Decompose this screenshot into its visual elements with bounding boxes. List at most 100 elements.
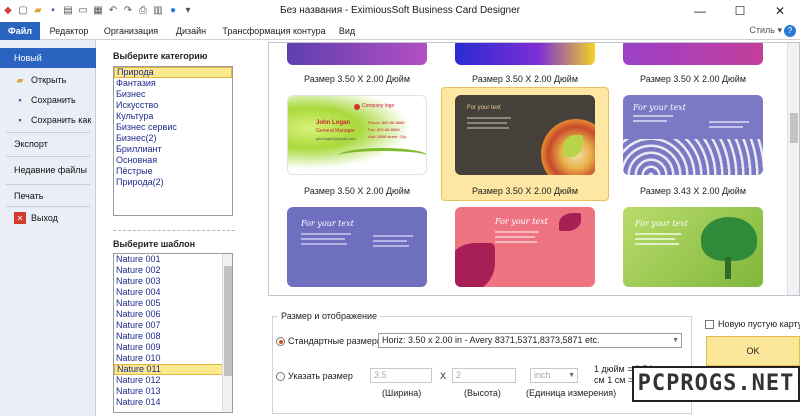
help-icon[interactable]: ? (784, 25, 796, 37)
nav-separator (6, 206, 90, 207)
height-field[interactable]: 2 (452, 368, 516, 383)
nav-export-label: Экспорт (14, 139, 48, 149)
card-person-role: General Manager (316, 128, 355, 134)
template-title: Выберите шаблон (113, 239, 196, 249)
size-group-title: Размер и отображение (278, 311, 380, 321)
list-item[interactable]: Nature 001 (114, 254, 232, 265)
template-card[interactable]: Company logo John Logan General Manager … (287, 95, 427, 175)
custom-size-radio[interactable] (276, 372, 285, 381)
list-item[interactable]: Основная (114, 155, 232, 166)
tab-organization[interactable]: Организация (98, 22, 164, 40)
list-item[interactable]: Nature 013 (114, 386, 232, 397)
nav-exit[interactable]: ✕ Выход (0, 208, 96, 228)
list-item[interactable]: Пёстрые (114, 166, 232, 177)
card-placeholder-text: For your text (635, 219, 688, 228)
list-item[interactable]: Nature 005 (114, 298, 232, 309)
scrollbar-thumb[interactable] (224, 266, 232, 376)
list-item[interactable]: Искусство (114, 100, 232, 111)
tab-path-transform[interactable]: Трансформация контура (218, 22, 330, 40)
standard-size-radio[interactable] (276, 337, 285, 346)
list-item[interactable]: Nature 006 (114, 309, 232, 320)
template-list[interactable]: Nature 001 Nature 002 Nature 003 Nature … (113, 253, 233, 413)
card-size-caption: Размер 3.50 X 2.00 Дюйм (303, 74, 411, 84)
card-size-caption: Размер 3.43 X 2.00 Дюйм (639, 186, 747, 196)
list-item[interactable]: Бриллиант (114, 144, 232, 155)
nav-save-as[interactable]: ▪ Сохранить как (0, 110, 96, 130)
unit-select[interactable]: inch ▼ (530, 368, 578, 383)
standard-size-select[interactable]: Horiz: 3.50 x 2.00 in - Avery 8371,5371,… (378, 333, 682, 348)
list-item[interactable]: Nature 007 (114, 320, 232, 331)
card-placeholder-text: For your text (301, 219, 354, 228)
nav-open[interactable]: ▰ Открыть (0, 70, 96, 90)
nav-separator (6, 156, 90, 157)
template-card[interactable]: For your text (455, 95, 595, 175)
style-menu[interactable]: Стиль ▾ (749, 25, 782, 36)
template-card[interactable] (455, 43, 595, 65)
nav-export[interactable]: Экспорт (0, 134, 96, 154)
list-item[interactable]: Бизнес сервис (114, 122, 232, 133)
list-item[interactable]: Nature 014 (114, 397, 232, 408)
nav-print[interactable]: Печать (0, 186, 96, 206)
card-email: johnlogan@gmail.com (316, 136, 356, 141)
list-item[interactable]: Культура (114, 111, 232, 122)
file-menu-sidebar: Новый ▰ Открыть ▪ Сохранить ▪ Сохранить … (0, 40, 96, 416)
gallery-scrollbar[interactable] (787, 43, 799, 295)
nav-new-label: Новый (14, 53, 42, 63)
template-card[interactable]: For your text (455, 207, 595, 287)
card-address: Add: 8888 street, City (368, 134, 407, 139)
leaf-icon (455, 243, 495, 287)
list-item[interactable]: Фантазия (114, 78, 232, 89)
category-list[interactable]: Природа Фантазия Бизнес Искусство Культу… (113, 66, 233, 216)
list-item[interactable]: Nature 011 (114, 364, 232, 375)
tab-editor[interactable]: Редактор (44, 22, 94, 40)
chevron-down-icon: ▼ (672, 337, 679, 344)
nav-open-label: Открыть (31, 75, 67, 85)
standard-size-value: Horiz: 3.50 x 2.00 in - Avery 8371,5371,… (382, 335, 600, 345)
template-card[interactable] (287, 43, 427, 65)
width-caption: (Ширина) (382, 388, 422, 398)
nav-save-as-label: Сохранить как (31, 115, 92, 125)
list-item[interactable]: Nature 003 (114, 276, 232, 287)
list-item[interactable]: Nature 002 (114, 265, 232, 276)
open-folder-icon: ▰ (16, 74, 24, 85)
list-item[interactable]: Бизнес(2) (114, 133, 232, 144)
close-button[interactable]: ✕ (760, 0, 800, 22)
minimize-button[interactable]: — (680, 0, 720, 22)
template-card[interactable] (623, 43, 763, 65)
scrollbar-thumb[interactable] (790, 113, 798, 143)
maximize-button[interactable]: ☐ (720, 0, 760, 22)
nav-new[interactable]: Новый (0, 48, 96, 68)
list-item[interactable]: Nature 004 (114, 287, 232, 298)
card-company: Company logo (362, 103, 395, 109)
list-item[interactable]: Природа (114, 67, 232, 78)
nav-save[interactable]: ▪ Сохранить (0, 90, 96, 110)
company-logo-icon (354, 104, 360, 110)
list-item[interactable]: Nature 009 (114, 342, 232, 353)
width-field[interactable]: 3.5 (370, 368, 432, 383)
unit-value: inch (534, 370, 551, 380)
new-blank-card-label: Новую пустую карту (718, 319, 800, 329)
new-blank-card-checkbox[interactable] (705, 320, 714, 329)
exit-icon: ✕ (14, 212, 26, 224)
menu-bar: Файл Редактор Организация Дизайн Трансфо… (0, 22, 800, 40)
list-item[interactable]: Природа(2) (114, 177, 232, 188)
template-card[interactable]: For your text (623, 207, 763, 287)
card-fax: Fax: 800-88-8888 (368, 127, 400, 132)
card-size-caption: Размер 3.50 X 2.00 Дюйм (639, 74, 747, 84)
list-item[interactable]: Nature 008 (114, 331, 232, 342)
template-list-scrollbar[interactable] (222, 254, 232, 412)
list-item[interactable]: Бизнес (114, 89, 232, 100)
save-icon: ▪ (18, 95, 22, 105)
tab-design[interactable]: Дизайн (168, 22, 214, 40)
template-card[interactable]: For your text (287, 207, 427, 287)
template-card[interactable]: For your text (623, 95, 763, 175)
list-item[interactable]: Nature 012 (114, 375, 232, 386)
tab-file[interactable]: Файл (0, 22, 40, 40)
ok-button[interactable]: OK (706, 336, 800, 366)
dimension-separator: X (440, 371, 447, 381)
card-text-lines (709, 121, 749, 131)
nav-recent-files[interactable]: Недавние файлы (0, 160, 96, 180)
tab-view[interactable]: Вид (334, 22, 360, 40)
height-value: 2 (456, 370, 462, 380)
list-item[interactable]: Nature 010 (114, 353, 232, 364)
